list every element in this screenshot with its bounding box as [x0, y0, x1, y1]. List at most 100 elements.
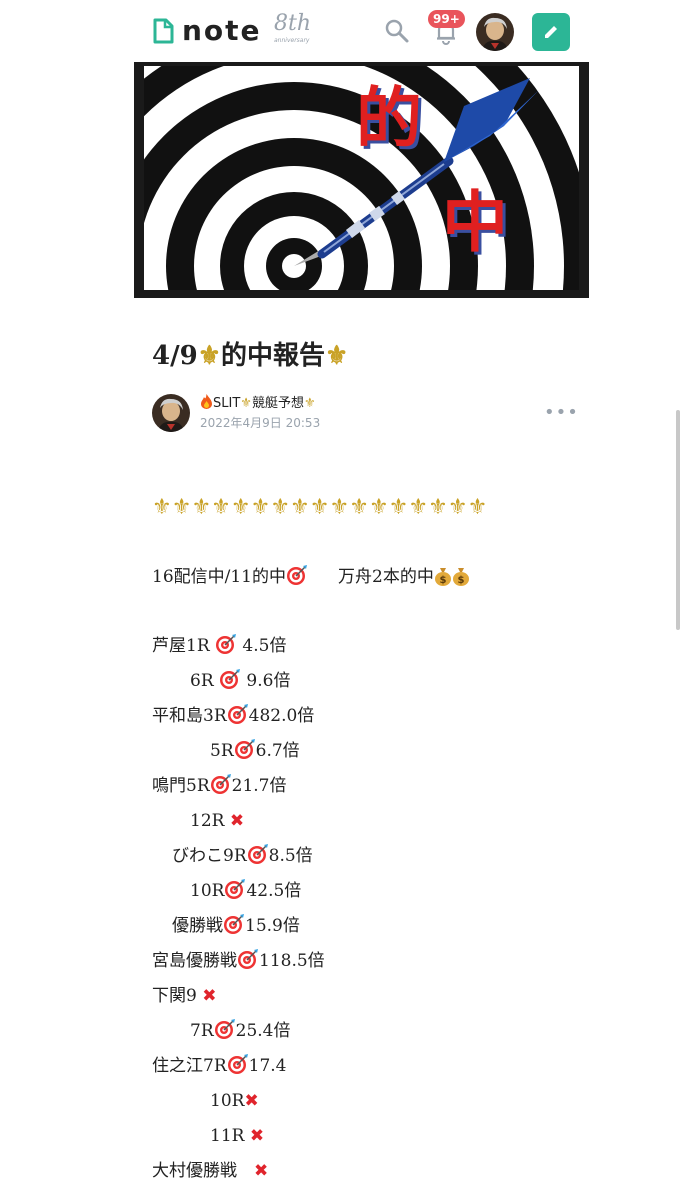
cross-mark-icon: ✖	[249, 1126, 265, 1146]
note-logo[interactable]: note 8th anniversary	[152, 12, 311, 48]
title-text: 的中報告	[221, 341, 326, 371]
avatar-portrait-icon	[152, 394, 190, 432]
target-icon	[216, 634, 237, 654]
title-date: 4/9	[152, 341, 198, 371]
target-icon	[214, 1019, 235, 1039]
race-label: びわこ9R	[172, 846, 247, 866]
result-row: 優勝戦 15.9倍	[172, 913, 300, 939]
race-label: 6R	[190, 671, 220, 691]
result-row: 宮島優勝戦 118.5倍	[152, 948, 325, 974]
result-row: 住之江7R 17.4	[152, 1053, 286, 1079]
race-label: 5R	[210, 741, 234, 761]
race-label: 下関9	[152, 986, 203, 1006]
decorative-fleur-row: ⚜⚜⚜⚜⚜⚜⚜⚜⚜⚜⚜⚜⚜⚜⚜⚜⚜	[152, 495, 488, 520]
race-label: 10R	[190, 881, 225, 901]
result-row: 芦屋1R 4.5倍	[152, 633, 286, 659]
target-icon	[227, 1054, 248, 1074]
result-row: 下関9 ✖	[152, 983, 216, 1009]
race-label: 宮島優勝戦	[152, 951, 237, 971]
more-options-button[interactable]: •••	[544, 404, 579, 422]
target-icon	[225, 879, 246, 899]
target-icon	[234, 739, 255, 759]
result-row: 平和島3R 482.0倍	[152, 703, 314, 729]
svg-text:$: $	[457, 575, 464, 586]
fleur-de-lis-icon: ⚜	[240, 396, 252, 411]
race-label: 大村優勝戦	[152, 1161, 254, 1181]
author-name-secondary: 競艇予想	[251, 396, 304, 411]
fire-icon	[201, 394, 212, 409]
hero-image: 的 中	[134, 62, 589, 298]
result-row: 11R ✖	[210, 1123, 264, 1149]
post-date: 2022年4月9日 20:53	[200, 416, 321, 430]
race-label: 平和島3R	[152, 706, 227, 726]
pencil-icon	[545, 26, 557, 38]
hero-kanji-bottom: 中	[442, 184, 508, 261]
user-avatar[interactable]	[476, 13, 514, 51]
note-logo-icon	[153, 18, 174, 44]
site-header: note 8th anniversary 99+	[0, 0, 684, 62]
race-label: 7R	[190, 1021, 214, 1041]
payout: 4.5倍	[237, 636, 287, 656]
target-icon	[210, 774, 231, 794]
target-icon	[238, 949, 258, 969]
result-row: 5R 6.7倍	[210, 738, 300, 764]
avatar-portrait-icon	[476, 13, 514, 51]
race-label: 12R	[190, 811, 230, 831]
logo-text: note	[182, 14, 262, 47]
cross-mark-icon: ✖	[229, 811, 245, 831]
author-name[interactable]: SLIT⚜競艇予想⚜	[200, 394, 316, 413]
result-row: 大村優勝戦 ✖	[152, 1158, 268, 1184]
payout: 9.6倍	[241, 671, 291, 691]
money-bag-icon: $	[452, 568, 469, 586]
race-label: 芦屋1R	[152, 636, 216, 656]
hero-image-content: 的 中	[144, 66, 579, 290]
write-button[interactable]	[532, 13, 570, 51]
search-icon[interactable]	[384, 18, 410, 44]
target-icon	[247, 844, 268, 864]
cross-mark-icon: ✖	[202, 986, 217, 1006]
summary-hit-count: 16配信中/11的中	[152, 567, 286, 587]
result-row: 10R✖	[210, 1088, 259, 1114]
result-row: 12R ✖	[190, 808, 244, 834]
target-icon	[220, 669, 241, 689]
target-icon	[224, 914, 244, 934]
target-icon	[227, 704, 248, 724]
payout: 17.4	[248, 1056, 287, 1076]
summary-big-hits: 万舟2本的中	[338, 567, 434, 587]
fleur-de-lis-icon: ⚜	[303, 396, 316, 411]
fleur-de-lis-icon: ⚜	[197, 341, 221, 371]
race-label: 優勝戦	[172, 916, 223, 936]
payout: 42.5倍	[246, 881, 302, 901]
result-row: 6R 9.6倍	[190, 668, 290, 694]
summary-line: 16配信中/11的中 万舟2本的中 $ $	[152, 564, 470, 590]
payout: 482.0倍	[248, 706, 315, 726]
article-title: 4/9⚜的中報告⚜	[152, 336, 348, 376]
anniversary-label: anniversary	[274, 37, 310, 44]
payout: 21.7倍	[231, 776, 287, 796]
money-bag-icon: $	[434, 568, 451, 586]
race-label: 住之江7R	[152, 1056, 227, 1076]
payout: 15.9倍	[245, 916, 300, 936]
fleur-de-lis-icon: ⚜	[325, 341, 349, 371]
race-label: 10R	[210, 1091, 245, 1111]
payout: 118.5倍	[259, 951, 325, 971]
anniversary-number: 8th	[274, 11, 312, 36]
target-icon	[287, 565, 307, 585]
author-avatar[interactable]	[152, 394, 190, 432]
result-row: 鳴門5R 21.7倍	[152, 773, 286, 799]
payout: 8.5倍	[268, 846, 313, 866]
result-row: びわこ9R 8.5倍	[172, 843, 313, 869]
svg-text:$: $	[439, 575, 446, 586]
author-name-primary: SLIT	[213, 396, 241, 411]
scrollbar[interactable]	[676, 410, 680, 630]
race-label: 11R	[210, 1126, 250, 1146]
cross-mark-icon: ✖	[244, 1091, 259, 1111]
payout: 25.4倍	[235, 1021, 291, 1041]
cross-mark-icon: ✖	[254, 1161, 269, 1181]
payout: 6.7倍	[255, 741, 300, 761]
race-label: 鳴門5R	[152, 776, 210, 796]
result-row: 7R 25.4倍	[190, 1018, 290, 1044]
notification-badge[interactable]: 99+	[428, 10, 465, 28]
hero-kanji-top: 的	[356, 80, 422, 157]
result-row: 10R 42.5倍	[190, 878, 301, 904]
